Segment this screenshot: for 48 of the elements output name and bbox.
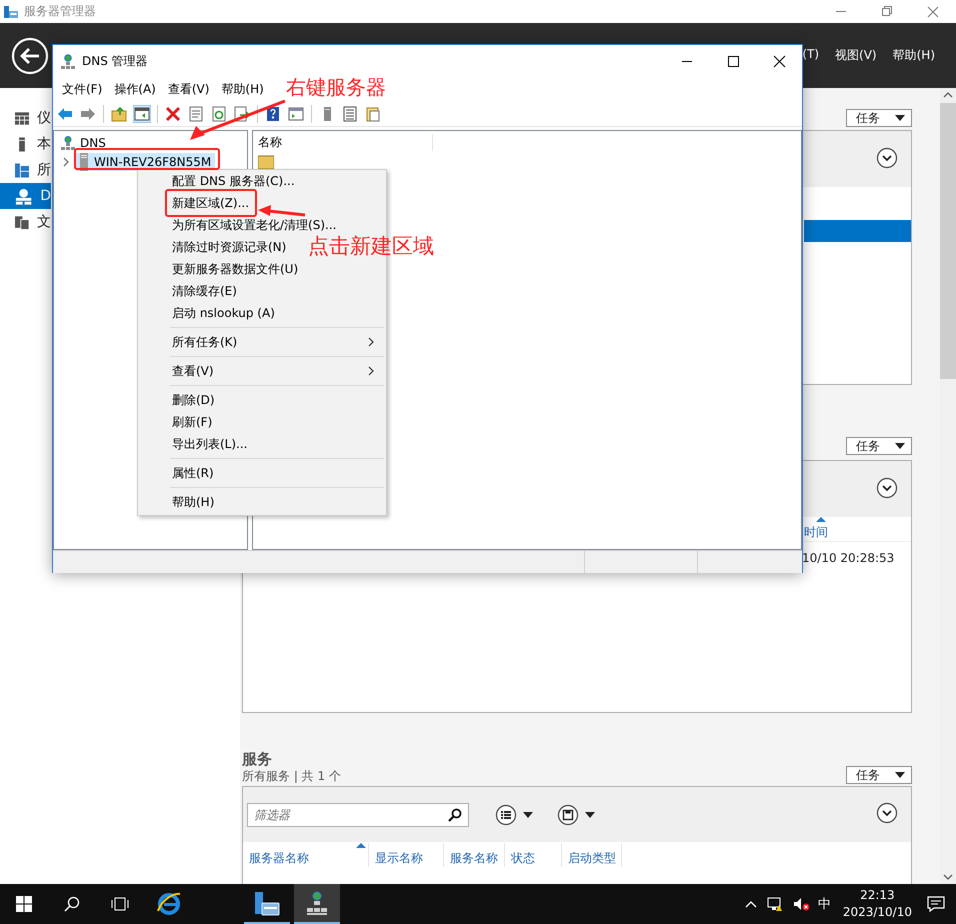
- clock-date[interactable]: 2023/10/10: [842, 904, 912, 921]
- menu-item[interactable]: 文件(F): [56, 81, 108, 98]
- menu-item[interactable]: 视图(V): [835, 47, 877, 64]
- nav-item[interactable]: 文: [0, 209, 51, 235]
- menu-item[interactable]: 配置 DNS 服务器(C)...: [170, 170, 297, 192]
- menu-item[interactable]: 查看(V): [140, 360, 384, 382]
- column-header[interactable]: 启动类型: [562, 843, 622, 867]
- menu-item[interactable]: 查看(V): [162, 81, 216, 98]
- column-header[interactable]: 状态: [505, 843, 562, 867]
- menu-item[interactable]: 清除缓存(E): [170, 280, 239, 302]
- input-method-indicator[interactable]: 中: [818, 895, 831, 913]
- section-subtitle: 所有服务 | 共 1 个: [242, 768, 341, 784]
- menu-item[interactable]: 刷新(F): [170, 411, 214, 433]
- nav-item[interactable]: 所: [0, 157, 51, 183]
- nav-item[interactable]: 本: [0, 131, 51, 157]
- menu-item[interactable]: 删除(D): [170, 389, 217, 411]
- tasks-button[interactable]: 任务: [846, 766, 912, 784]
- column-header[interactable]: 名称: [253, 134, 433, 150]
- tasks-button[interactable]: 任务: [846, 437, 912, 455]
- menu-item[interactable]: 属性(R): [170, 462, 216, 484]
- annotation-text: 右键服务器: [286, 76, 386, 98]
- column-header[interactable]: 时间: [804, 517, 828, 541]
- section-title: 服务: [242, 751, 273, 768]
- annotation-text: 点击新建区域: [308, 235, 434, 258]
- menu-item[interactable]: 所有任务(K): [140, 331, 384, 353]
- table-cell: 10/10 20:28:53: [802, 551, 894, 565]
- nav-item[interactable]: D: [0, 183, 51, 209]
- menu-item[interactable]: 导出列表(L)...: [170, 433, 250, 455]
- filter-field[interactable]: 筛选器: [247, 802, 469, 826]
- clock-time[interactable]: 22:13: [860, 887, 895, 904]
- menu-item[interactable]: 为所有区域设置老化/清理(S)...: [170, 214, 338, 236]
- menu-item[interactable]: 操作(A): [108, 81, 162, 98]
- menu-item[interactable]: 新建区域(Z)...: [170, 192, 252, 214]
- window-title: 服务器管理器: [24, 3, 96, 20]
- tree-item[interactable]: DNS: [58, 134, 110, 152]
- menu-item[interactable]: 更新服务器数据文件(U): [170, 258, 300, 280]
- menu-item[interactable]: 启动 nslookup (A): [170, 302, 277, 324]
- column-header[interactable]: 显示名称: [369, 843, 444, 867]
- nav-item[interactable]: 仪: [0, 105, 51, 131]
- column-header[interactable]: 服务名称: [444, 843, 505, 867]
- menu-item[interactable]: 帮助(H): [892, 47, 935, 64]
- tasks-button[interactable]: 任务: [846, 109, 912, 127]
- menu-item[interactable]: 帮助(H): [170, 491, 216, 513]
- menu-item[interactable]: 清除过时资源记录(N): [170, 236, 288, 258]
- window-title: DNS 管理器: [82, 53, 148, 70]
- menu-item[interactable]: 帮助(H): [215, 81, 270, 98]
- menu-item[interactable]: (T): [802, 47, 820, 64]
- column-header[interactable]: 服务器名称: [243, 843, 369, 867]
